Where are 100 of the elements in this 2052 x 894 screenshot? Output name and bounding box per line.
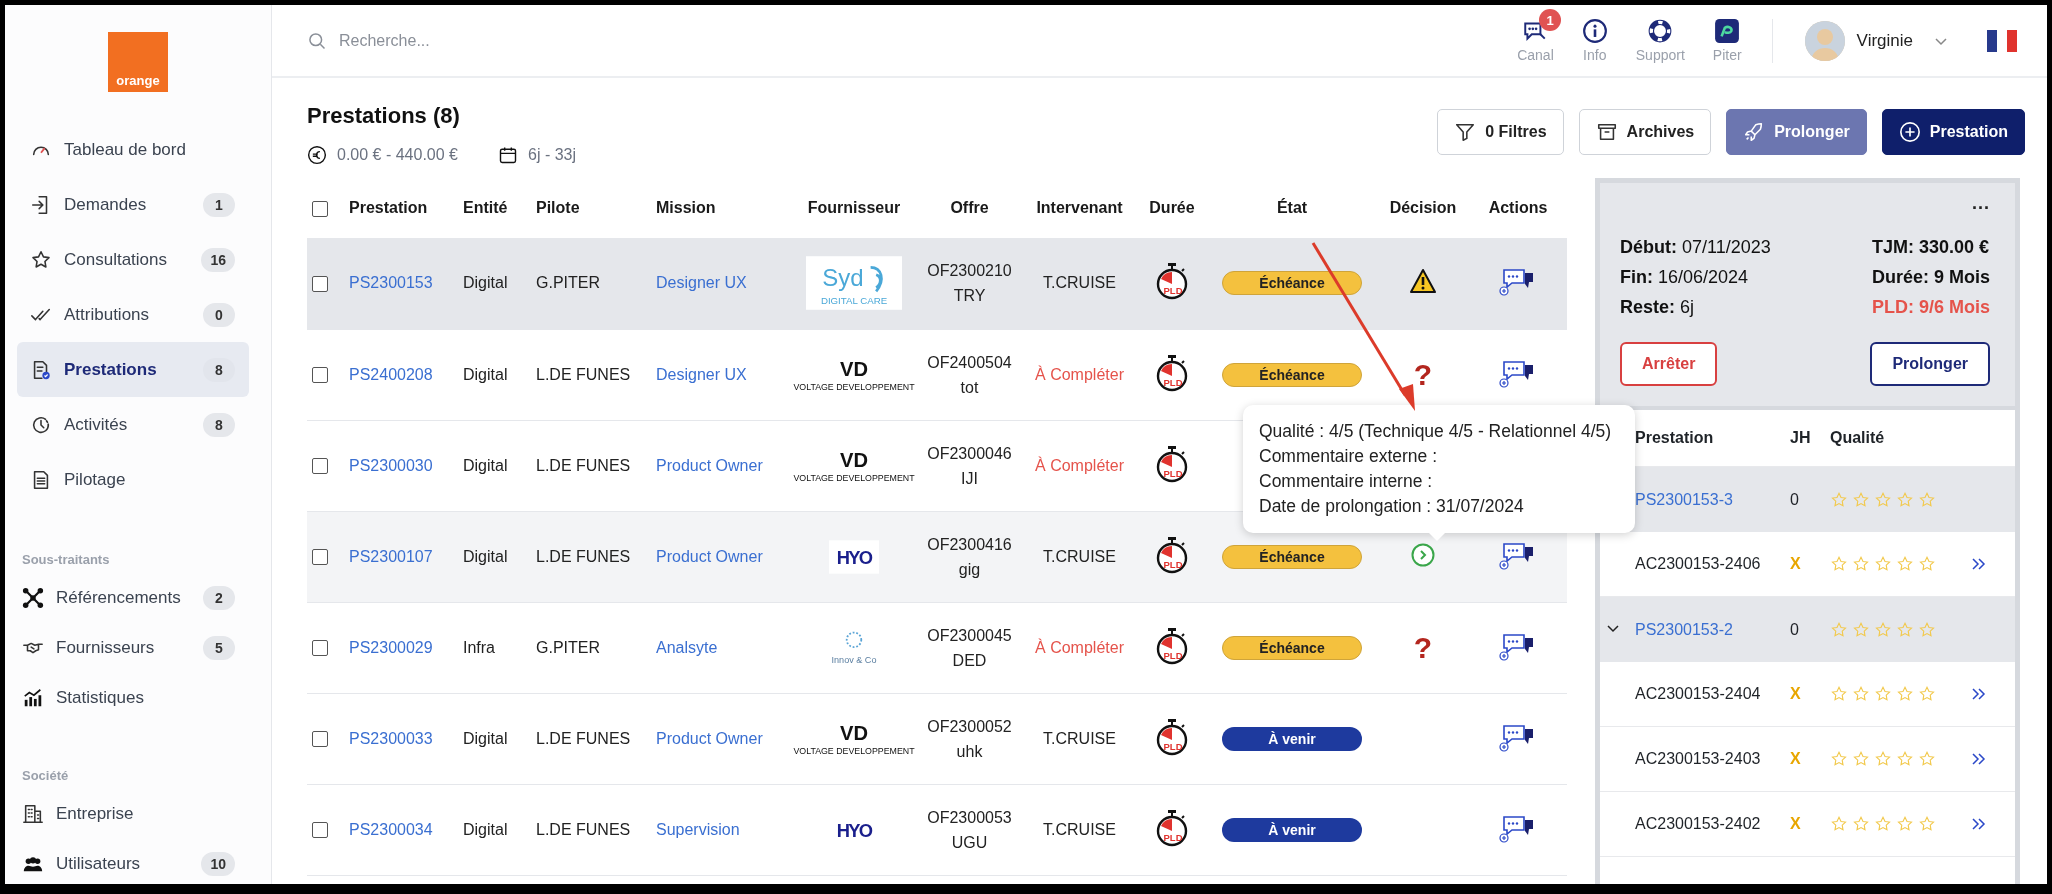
table-row[interactable]: PS2300029 Infra G.PITER Analsyte Innov & Co OF2300045 DED À Compléter PLD Échéance ? — [307, 602, 1567, 693]
table-row[interactable]: PS2300153 Digital G.PITER Designer UX Syd DIGITAL CARE OF2300210 TRY T.CRUISE PLD Échéance — [307, 238, 1567, 329]
supplier-logo: Innov & Co — [822, 627, 886, 668]
count-badge: 5 — [203, 636, 235, 660]
table-row[interactable]: PS2300033 Digital L.DE FUNES Product Owner VD VOLTAGE DEVELOPPEMENT OF2300052 uhk T.CRUISE PLD À venir — [307, 693, 1567, 784]
star-icon — [1896, 750, 1914, 768]
star-icon — [1896, 685, 1914, 703]
column-header: Fournisseur — [791, 178, 917, 238]
nav-item[interactable]: Tableau de bord — [17, 122, 249, 177]
checkbox[interactable] — [312, 367, 328, 384]
worker-name: T.CRUISE — [1043, 820, 1116, 838]
star-icon — [1874, 815, 1892, 833]
table-cell: Digital — [463, 511, 536, 602]
star-icon — [1918, 620, 1936, 639]
nav-item[interactable]: Utilisateurs 10 — [17, 839, 249, 884]
nav-item[interactable]: Attributions 0 — [17, 287, 249, 342]
sub-table-row[interactable]: PS2300153-2 0 — [1600, 597, 2015, 662]
nav-item[interactable]: Demandes 1 — [17, 177, 249, 232]
table-cell: L.DE FUNES — [536, 693, 656, 784]
prestation-link[interactable]: PS2300107 — [349, 547, 433, 565]
toolbar-button[interactable]: 0 Filtres — [1437, 109, 1564, 155]
column-header: Durée — [1137, 178, 1207, 238]
star-icon — [1896, 620, 1914, 639]
detail-field: TJM: 330.00 € — [1871, 232, 1990, 262]
euro-icon — [307, 145, 327, 165]
tooltip-line: Commentaire interne : — [1259, 470, 1433, 493]
search-field[interactable]: Recherche... — [337, 30, 637, 51]
status-pill: Échéance — [1222, 635, 1362, 660]
archive-icon — [1595, 121, 1618, 143]
checkbox[interactable] — [312, 822, 328, 839]
nav-item[interactable]: Fournisseurs 5 — [17, 623, 249, 673]
chart-icon — [22, 687, 44, 709]
offer-code: OF2300045 DED — [927, 626, 1012, 669]
table-cell-text: AC2300153-2406 — [1635, 555, 1762, 573]
table-cell: Digital — [463, 693, 536, 784]
count-badge: 16 — [201, 247, 235, 272]
mission-link[interactable]: Product Owner — [656, 547, 763, 565]
stop-button[interactable]: Arrêter — [1620, 342, 1718, 386]
checkbox[interactable] — [312, 200, 328, 217]
user-name[interactable]: Virginie — [1856, 30, 1913, 51]
flag-icon[interactable] — [1987, 29, 2017, 52]
column-header: Intervenant — [1022, 178, 1137, 238]
star-icon — [1918, 815, 1936, 833]
prestation-link[interactable]: PS2300033 — [349, 729, 433, 747]
sub-table-row[interactable]: AC2300153-2402 X — [1600, 792, 2015, 857]
star-icon — [1918, 555, 1936, 573]
amount-range: 0.00 € - 440.00 € — [337, 146, 458, 164]
nav-item[interactable]: Entreprise — [17, 789, 249, 839]
table-cell: Digital — [463, 784, 536, 875]
nav-item[interactable]: Pilotage — [17, 452, 249, 507]
search-icon — [307, 30, 327, 51]
detail-field: Début: 07/11/2023 — [1620, 232, 1771, 262]
table-row[interactable]: PS2300034 Digital L.DE FUNES Supervision HYO OF2300053 UGU T.CRUISE PLD À venir — [307, 784, 1567, 875]
checkbox[interactable] — [312, 458, 328, 475]
column-header: Prestation — [1635, 429, 1715, 447]
status-pill: Échéance — [1222, 544, 1362, 569]
checkbox[interactable] — [312, 731, 328, 748]
status-pill: Échéance — [1222, 271, 1362, 296]
nav-item[interactable]: Activités 8 — [17, 397, 249, 452]
toolbar-button[interactable]: Prestation — [1881, 109, 2025, 155]
prestation-link[interactable]: PS2300029 — [349, 638, 433, 656]
supplier-logo: HYO — [829, 539, 879, 574]
worker-name: T.CRUISE — [1043, 274, 1116, 292]
star-icon — [1830, 490, 1848, 509]
mission-link[interactable]: Designer UX — [656, 365, 747, 383]
sub-table-row[interactable]: AC2300153-2404 X — [1600, 662, 2015, 727]
star-icon — [1874, 555, 1892, 573]
mission-link[interactable]: Product Owner — [656, 456, 763, 474]
nav-item[interactable]: Statistiques — [17, 673, 249, 723]
chevron-circle-icon[interactable] — [1409, 541, 1437, 568]
calendar-icon — [498, 145, 518, 165]
mission-link[interactable]: Designer UX — [656, 274, 747, 292]
prestation-link[interactable]: PS2300153 — [349, 274, 433, 292]
more-menu[interactable]: ... — [1972, 193, 1990, 214]
mission-link[interactable]: Analsyte — [656, 638, 718, 656]
checkbox[interactable] — [312, 640, 328, 657]
star-icon — [1852, 620, 1870, 639]
prestation-link[interactable]: PS2300153-3 — [1635, 490, 1790, 509]
toolbar-button[interactable]: Archives — [1578, 109, 1712, 155]
checkbox[interactable] — [312, 276, 328, 292]
sub-table-row[interactable]: AC2300153-2403 X — [1600, 727, 2015, 792]
nav-item[interactable]: Prestations 8 — [17, 342, 249, 397]
extend-button[interactable]: Prolonger — [1870, 342, 1990, 386]
nav-item[interactable]: Consultations 16 — [17, 232, 249, 287]
prestation-link[interactable]: PS2400208 — [349, 365, 433, 383]
mission-link[interactable]: Supervision — [656, 820, 740, 838]
supplier-logo: VD VOLTAGE DEVELOPPEMENT — [791, 720, 917, 757]
prestation-link[interactable]: PS2300030 — [349, 456, 433, 474]
table-cell-text: 0 — [1790, 490, 1800, 509]
star-icon — [1830, 815, 1848, 833]
star-icon — [1896, 490, 1914, 509]
column-header: Offre — [917, 178, 1022, 238]
mission-link[interactable]: Product Owner — [656, 729, 763, 747]
nav-item[interactable]: Référencements 2 — [17, 573, 249, 623]
plus-icon — [1898, 121, 1921, 143]
table-cell-text: X — [1790, 555, 1802, 573]
prestation-link[interactable]: PS2300153-2 — [1635, 620, 1790, 639]
checkbox[interactable] — [312, 549, 328, 566]
prestation-link[interactable]: PS2300034 — [349, 820, 433, 838]
table-cell-text: 0 — [1790, 620, 1800, 639]
